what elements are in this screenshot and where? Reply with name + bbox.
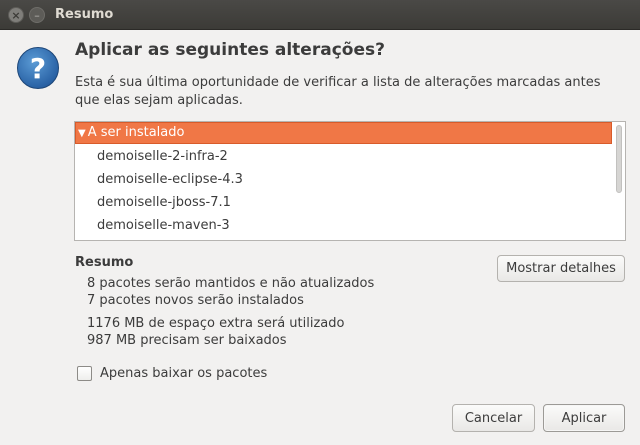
list-item[interactable]: demoiselle-2-infra-2: [97, 149, 228, 164]
dialog-description: Esta é sua última oportunidade de verifi…: [75, 75, 601, 108]
list-group-to-install[interactable]: ▼ A ser instalado: [75, 122, 612, 144]
list-item[interactable]: demoiselle-eclipse-4.3: [97, 172, 243, 187]
group-label: A ser instalado: [87, 125, 185, 140]
summary-disk-space: 1176 MB de espaço extra será utilizado: [87, 316, 345, 331]
summary-download-size: 987 MB precisam ser baixados: [87, 333, 287, 348]
question-icon: ?: [17, 47, 59, 89]
close-window-button[interactable]: ×: [8, 7, 24, 23]
summary-new-packages: 7 pacotes novos serão instalados: [87, 293, 304, 308]
download-only-option[interactable]: Apenas baixar os pacotes: [77, 366, 267, 381]
summary-title: Resumo: [75, 255, 134, 270]
minimize-icon: –: [34, 8, 40, 22]
dialog-heading: Aplicar as seguintes alterações?: [75, 40, 385, 60]
cancel-button[interactable]: Cancelar: [452, 404, 535, 432]
list-item[interactable]: demoiselle-maven-3: [97, 218, 230, 233]
title-bar[interactable]: × – Resumo: [0, 0, 640, 30]
download-only-checkbox[interactable]: [77, 366, 92, 381]
close-icon: ×: [11, 8, 21, 22]
summary-dialog: × – Resumo ? Aplicar as seguintes altera…: [0, 0, 640, 445]
list-scrollbar[interactable]: [616, 125, 622, 193]
show-details-button[interactable]: Mostrar detalhes: [497, 255, 625, 282]
window-title: Resumo: [55, 7, 114, 22]
minimize-window-button[interactable]: –: [29, 7, 45, 23]
expander-triangle-icon[interactable]: ▼: [78, 124, 86, 144]
list-item[interactable]: demoiselle-jboss-7.1: [97, 195, 231, 210]
apply-button[interactable]: Aplicar: [543, 404, 625, 432]
summary-kept-packages: 8 pacotes serão mantidos e não atualizad…: [87, 276, 375, 291]
changes-list[interactable]: ▼ A ser instalado demoiselle-2-infra-2 de…: [74, 121, 626, 241]
download-only-label[interactable]: Apenas baixar os pacotes: [100, 366, 267, 381]
